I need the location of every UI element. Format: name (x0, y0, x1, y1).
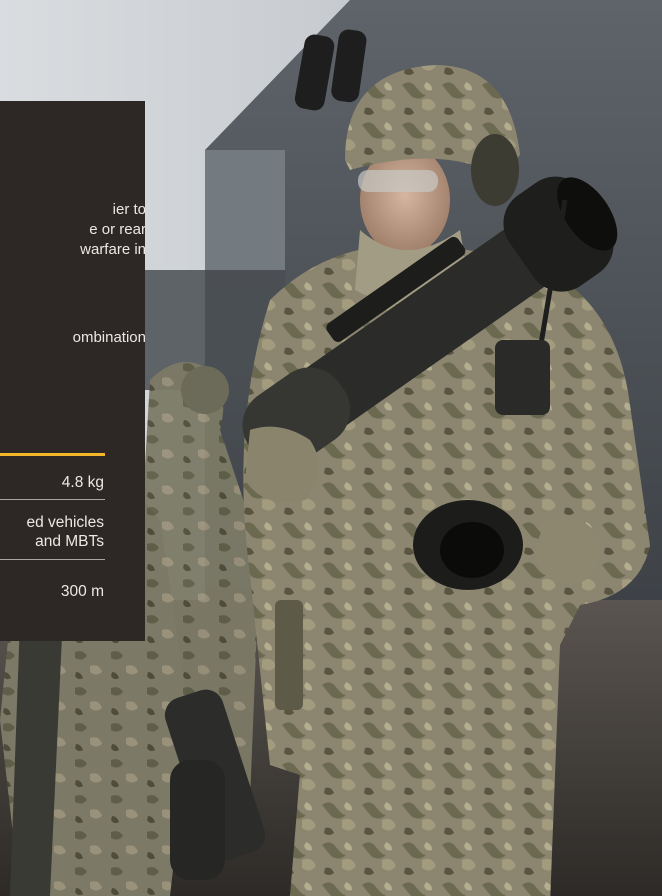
spec-weight-value: 4.8 kg (61, 474, 104, 491)
accent-bar (0, 453, 105, 456)
description-line: e or rear (89, 221, 145, 238)
info-panel: ier to e or rear warfare in ombination 4… (0, 101, 145, 641)
description-line: warfare in (80, 241, 145, 258)
description-line: ier to (112, 201, 145, 218)
spec-target-value-line2: and MBTs (35, 533, 104, 550)
spec-divider (0, 499, 105, 500)
description-line: ombination (72, 329, 145, 346)
spec-target-value-line1: ed vehicles (26, 514, 104, 531)
spec-divider (0, 559, 105, 560)
spec-range-value: 300 m (60, 583, 104, 600)
